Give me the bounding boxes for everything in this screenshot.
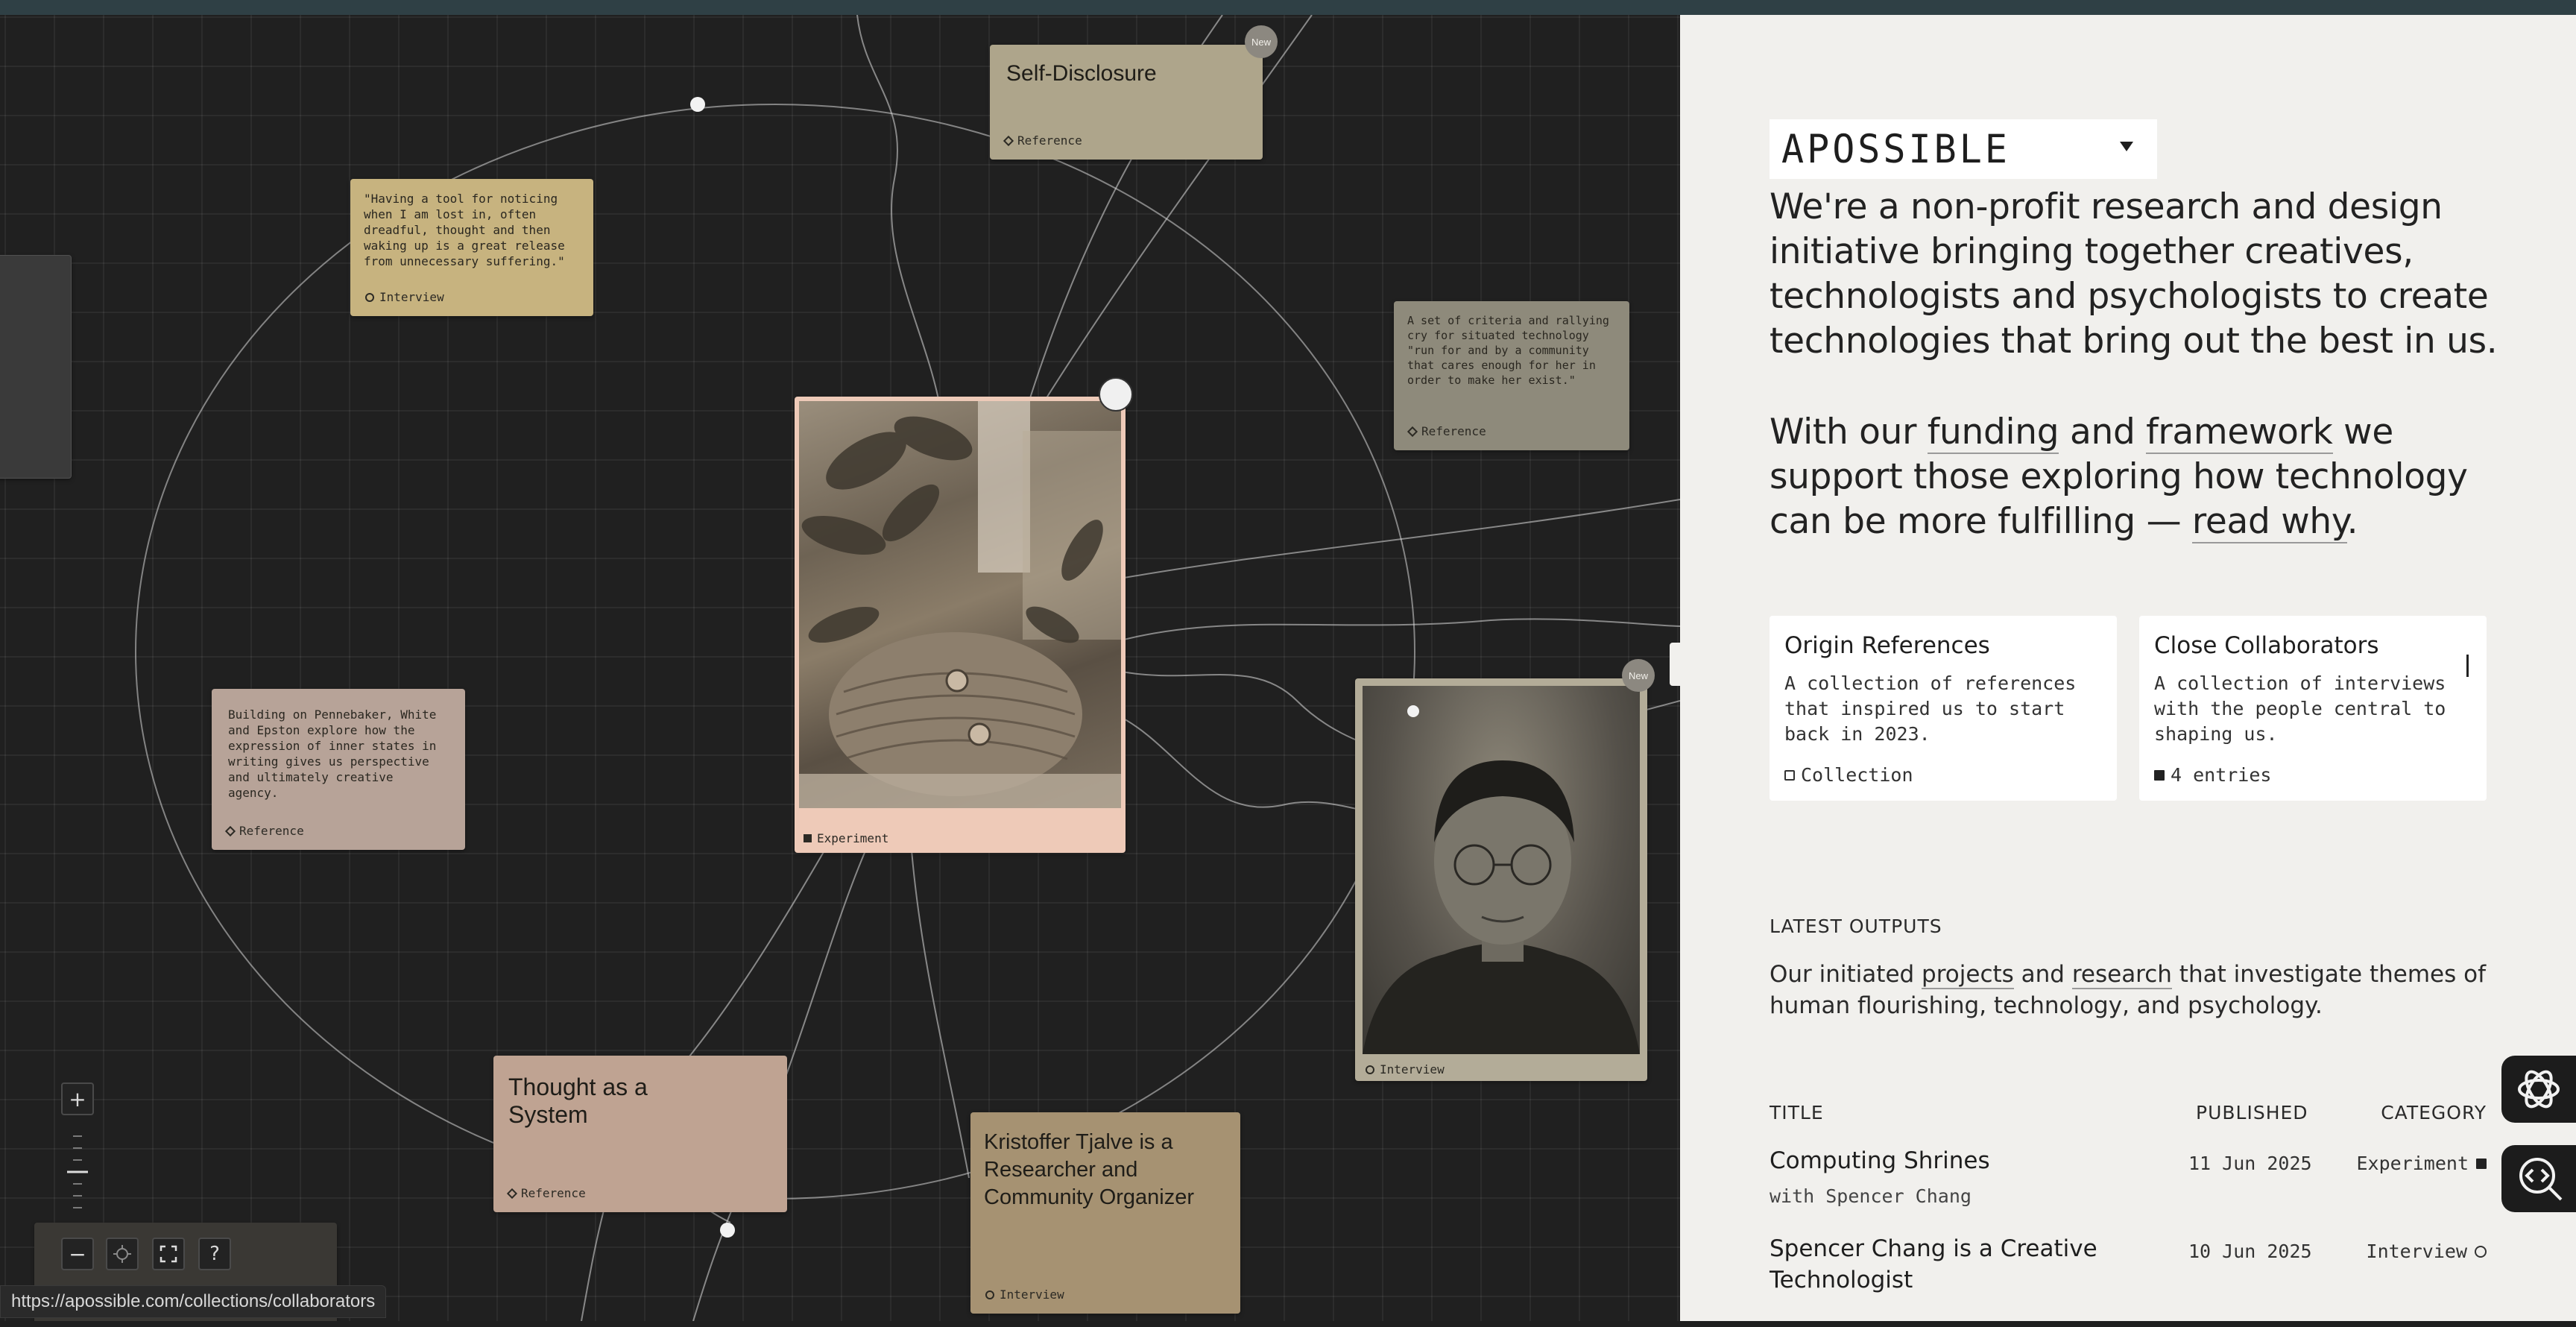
card-tag: Reference: [1003, 133, 1082, 148]
card-tag: Reference: [506, 1186, 586, 1200]
card-thought-as-system[interactable]: Thought as a System Reference: [493, 1056, 787, 1212]
projects-link[interactable]: projects: [1922, 961, 2014, 989]
column-header-published[interactable]: PUBLISHED: [2196, 1102, 2308, 1123]
intro-paragraph: We're a non-profit research and design i…: [1770, 186, 2498, 362]
fullscreen-icon[interactable]: [152, 1238, 185, 1270]
search-code-icon[interactable]: [2501, 1145, 2576, 1212]
card-self-disclosure[interactable]: Self-Disclosure Reference: [990, 45, 1263, 160]
collection-card-close-collaborators[interactable]: Close Collaborators A collection of inte…: [2139, 616, 2487, 801]
research-link[interactable]: research: [2071, 961, 2172, 989]
plant-photo: [799, 401, 1121, 808]
collaborators-badge-icon[interactable]: [1099, 377, 1133, 412]
card-text: A set of criteria and rallying cry for s…: [1407, 314, 1609, 387]
interview-icon: [985, 1290, 994, 1299]
collection-title: Origin References: [1784, 632, 1990, 659]
portrait-photo: [1363, 686, 1640, 1054]
ring-handle[interactable]: [1407, 705, 1419, 717]
card-tag: Reference: [1407, 424, 1486, 438]
latest-outputs-description: Our initiated projects and research that…: [1770, 961, 2486, 1019]
row-category: Interview: [2367, 1241, 2487, 1262]
row-title[interactable]: Spencer Chang is a Creative Technologist: [1770, 1233, 2112, 1296]
card-tag: Interview: [365, 290, 444, 304]
collection-description: A collection of references that inspired…: [1784, 672, 2077, 745]
latest-outputs-heading: LATEST OUTPUTS: [1770, 915, 1942, 937]
experiment-icon: [804, 834, 812, 842]
row-published: 10 Jun 2025: [2188, 1241, 2312, 1262]
collection-title: Close Collaborators: [2154, 632, 2379, 659]
intro-paragraph-2: With our funding and framework we suppor…: [1770, 412, 2468, 543]
plant-illustration: [799, 401, 1121, 808]
reference-icon: [506, 1188, 518, 1199]
link-status-bar: https://apossible.com/collections/collab…: [0, 1285, 387, 1318]
entries-icon: [2154, 769, 2165, 781]
card-quote-interview[interactable]: "Having a tool for noticing when I am lo…: [350, 179, 593, 316]
column-header-category[interactable]: CATEGORY: [2381, 1102, 2487, 1123]
collection-canvas[interactable]: Self-Disclosure Reference New "Having a …: [0, 15, 1680, 1321]
card-text: "Having a tool for noticing when I am lo…: [364, 192, 565, 268]
card-title: Self-Disclosure: [1006, 61, 1157, 86]
card-title: Thought as a System: [508, 1074, 648, 1128]
chevron-down-icon: [2120, 142, 2133, 151]
reference-icon: [1003, 135, 1014, 146]
zoom-in-button[interactable]: +: [61, 1082, 94, 1115]
row-subtitle: with Spencer Chang: [1770, 1185, 1972, 1207]
reference-icon: [224, 825, 236, 836]
new-badge: New: [1622, 659, 1655, 692]
collection-meta: Collection: [1784, 764, 1913, 786]
card-experiment-photo[interactable]: Experiment: [795, 397, 1126, 853]
collection-meta: 4 entries: [2154, 764, 2271, 786]
reference-icon: [1407, 426, 1418, 437]
read-why-link[interactable]: read why: [2191, 501, 2347, 543]
interview-icon: [1366, 1065, 1374, 1074]
row-published: 11 Jun 2025: [2188, 1153, 2312, 1174]
card-text: Building on Pennebaker, White and Epston…: [228, 707, 437, 800]
experiment-icon: [2476, 1158, 2487, 1169]
card-tag: Interview: [985, 1287, 1064, 1302]
openai-logo-icon[interactable]: [2501, 1056, 2576, 1123]
zoom-level-scale[interactable]: [61, 1126, 94, 1215]
card-tag: Experiment: [804, 831, 888, 845]
row-title[interactable]: Computing Shrines: [1770, 1145, 1990, 1176]
framework-link[interactable]: framework: [2146, 412, 2333, 454]
card-tag: Reference: [224, 824, 304, 838]
text-cursor: [2466, 655, 2469, 677]
row-category: Experiment: [2356, 1153, 2487, 1174]
card-tag: Interview: [1366, 1062, 1445, 1077]
card-pennebaker-reference[interactable]: Building on Pennebaker, White and Epston…: [212, 689, 465, 850]
column-header-title[interactable]: TITLE: [1770, 1102, 1824, 1123]
card-kristoffer[interactable]: Kristoffer Tjalve is a Researcher and Co…: [970, 1112, 1240, 1314]
collection-description: A collection of interviews with the peop…: [2154, 672, 2446, 745]
ring-handle[interactable]: [690, 97, 705, 112]
help-button[interactable]: ?: [198, 1238, 231, 1270]
collection-icon: [1784, 769, 1795, 781]
ring-handle[interactable]: [720, 1223, 735, 1238]
new-badge: New: [1245, 25, 1278, 58]
collection-card-origin-references[interactable]: Origin References A collection of refere…: [1770, 616, 2117, 801]
card-interview-portrait[interactable]: Interview: [1355, 678, 1647, 1081]
info-panel: APOSSIBLE We're a non-profit research an…: [1680, 15, 2576, 1321]
site-logo: APOSSIBLE: [1781, 126, 2010, 172]
zoom-out-button[interactable]: −: [61, 1238, 94, 1270]
interview-icon: [365, 292, 374, 302]
portrait-illustration: [1363, 760, 1640, 1054]
card-criteria-reference[interactable]: A set of criteria and rallying cry for s…: [1394, 301, 1629, 450]
funding-link[interactable]: funding: [1927, 412, 2059, 454]
card-title: Kristoffer Tjalve is a Researcher and Co…: [984, 1130, 1195, 1209]
browser-top-bar: [0, 0, 2576, 15]
offscreen-card-left[interactable]: [0, 255, 72, 479]
interview-icon: [2475, 1245, 2487, 1258]
recenter-icon[interactable]: [106, 1238, 139, 1270]
site-logo-dropdown[interactable]: APOSSIBLE: [1770, 119, 2157, 179]
